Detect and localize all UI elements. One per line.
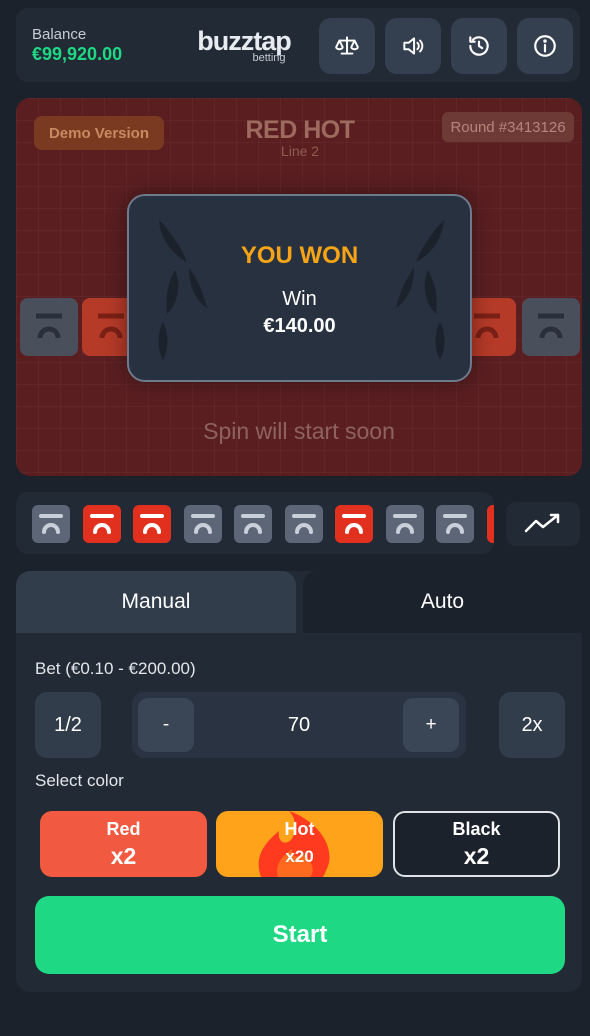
start-button[interactable]: Start — [35, 896, 565, 974]
increase-bet-button[interactable]: + — [403, 698, 459, 752]
round-number: Round #3413126 — [442, 112, 574, 142]
win-modal: YOU WON Win €140.00 — [127, 194, 472, 382]
face-icon — [89, 514, 114, 534]
history-result-tile — [335, 505, 373, 543]
color-name: Red — [106, 819, 141, 839]
trend-chart-icon — [524, 513, 560, 533]
face-icon — [241, 514, 265, 534]
info-icon — [534, 35, 556, 57]
history-icon — [469, 36, 489, 56]
color-red-button[interactable]: Red x2 — [40, 811, 207, 877]
double-bet-button[interactable]: 2x — [499, 692, 565, 758]
color-hot-button[interactable]: Hot x20 — [216, 811, 383, 877]
face-icon — [140, 514, 164, 534]
color-black-button[interactable]: Black x2 — [393, 811, 560, 877]
face-icon — [291, 514, 316, 534]
face-icon — [493, 514, 494, 518]
face-icon — [474, 313, 500, 339]
sound-icon — [403, 37, 424, 55]
spin-status: Spin will start soon — [203, 418, 395, 444]
tab-auto[interactable]: Auto — [303, 571, 582, 633]
history-result-tile — [82, 505, 121, 543]
history-result-tile — [385, 505, 424, 543]
color-multiplier: x20 — [285, 847, 314, 866]
balance-label: Balance — [32, 26, 87, 43]
game-logo-title: RED HOT — [245, 116, 356, 144]
win-amount: €140.00 — [263, 315, 336, 337]
balance-value: €99,920.00 — [32, 44, 123, 64]
bet-range-label: Bet (€0.10 - €200.00) — [35, 659, 196, 678]
history-result-tile — [436, 505, 474, 543]
half-bet-button[interactable]: 1/2 — [35, 692, 101, 758]
fairness-button[interactable] — [319, 18, 375, 74]
history-result-tile — [284, 505, 323, 543]
sound-button[interactable] — [385, 18, 441, 74]
win-label: Win — [282, 288, 317, 310]
info-button[interactable] — [517, 18, 573, 74]
decrease-bet-button[interactable]: - — [138, 698, 194, 752]
face-icon — [190, 514, 215, 534]
bet-stepper: - 70 + — [132, 692, 466, 758]
win-title: YOU WON — [240, 242, 359, 269]
brand-name: buzztap — [197, 26, 292, 56]
reel-tile — [20, 298, 78, 356]
demo-badge: Demo Version — [34, 116, 164, 150]
history-result-tile — [234, 505, 272, 543]
scales-icon — [335, 36, 359, 55]
history-button[interactable] — [451, 18, 507, 74]
brand-logo: buzztap betting — [184, 26, 304, 72]
game-logo: RED HOT Line 2 — [232, 116, 368, 159]
color-name: Hot — [284, 819, 315, 839]
face-icon — [36, 313, 62, 339]
select-color-label: Select color — [35, 771, 124, 790]
history-result-tile — [32, 505, 70, 543]
trend-button[interactable] — [506, 502, 580, 546]
results-history — [16, 492, 494, 554]
face-icon — [392, 514, 417, 534]
history-result-tile — [486, 505, 494, 543]
face-icon — [342, 514, 366, 534]
top-bar: Balance €99,920.00 buzztap betting — [16, 8, 580, 82]
color-multiplier: x2 — [463, 843, 490, 869]
game-logo-subtitle: Line 2 — [280, 143, 320, 159]
face-icon — [538, 313, 564, 339]
history-result-tile — [183, 505, 222, 543]
color-name: Black — [452, 819, 501, 839]
face-icon — [39, 514, 63, 534]
history-result-tile — [133, 505, 171, 543]
face-icon — [98, 313, 124, 339]
reel-tile — [522, 298, 580, 356]
bet-amount-input[interactable]: 70 — [202, 698, 396, 752]
bet-panel: Manual Auto Bet (€0.10 - €200.00) 1/2 - … — [16, 571, 582, 992]
color-multiplier: x2 — [110, 843, 137, 869]
face-icon — [443, 514, 467, 534]
tab-manual[interactable]: Manual — [16, 571, 296, 633]
